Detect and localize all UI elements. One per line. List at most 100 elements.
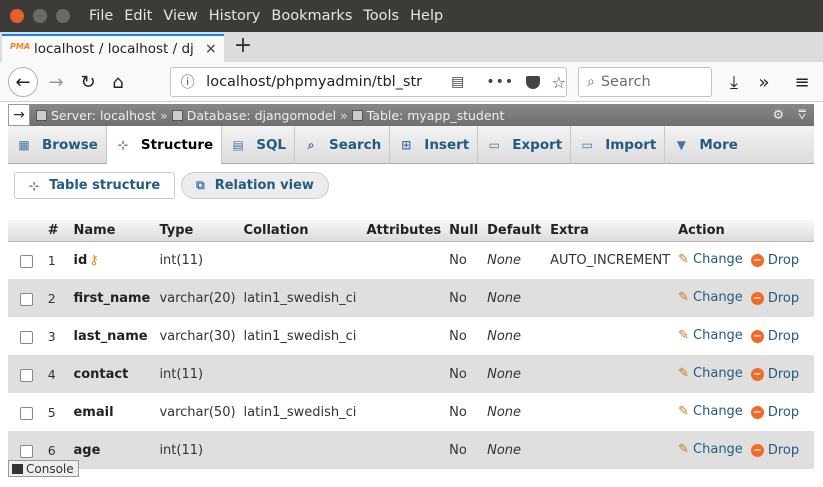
drop-icon: − <box>750 406 764 419</box>
collation-cell: latin1_swedish_ci <box>239 393 363 431</box>
relation-view-button[interactable]: ⧉ Relation view <box>181 172 329 199</box>
new-tab-button[interactable]: + <box>232 34 254 60</box>
url-text[interactable]: localhost/phpmyadmin/tbl_str <box>206 74 437 90</box>
back-button[interactable]: ← <box>8 67 38 97</box>
settings-gear-icon[interactable]: ⚙ <box>772 108 784 123</box>
window-maximize-button[interactable] <box>56 9 70 23</box>
menu-edit[interactable]: Edit <box>124 8 152 24</box>
change-button[interactable]: ✎ Change <box>678 252 743 267</box>
menu-history[interactable]: History <box>209 8 261 24</box>
breadcrumb-server[interactable]: Server: localhost <box>36 108 156 123</box>
tab-export[interactable]: ▭ Export <box>478 126 572 164</box>
browser-tab[interactable]: PMA localhost / localhost / dj × <box>2 34 224 62</box>
tab-structure[interactable]: ⊹ Structure <box>106 126 223 164</box>
page-actions-icon[interactable]: ••• <box>486 74 514 90</box>
tab-search-label: Search <box>329 137 382 153</box>
window-close-button[interactable] <box>10 9 24 23</box>
drop-button[interactable]: − Drop <box>750 367 799 382</box>
column-name[interactable]: age <box>69 431 156 469</box>
downloads-button[interactable]: ⤓ <box>720 68 748 96</box>
change-label: Change <box>693 404 743 419</box>
window-minimize-button[interactable] <box>33 9 47 23</box>
drop-button[interactable]: − Drop <box>750 329 799 344</box>
collation-cell: latin1_swedish_ci <box>239 317 363 355</box>
column-name[interactable]: id <box>73 253 87 268</box>
row-checkbox[interactable] <box>20 444 33 458</box>
header-extra: Extra <box>546 220 675 242</box>
column-name[interactable]: last_name <box>69 317 156 355</box>
default-cell: None <box>483 431 547 469</box>
change-button[interactable]: ✎ Change <box>678 290 743 305</box>
overflow-button[interactable]: » <box>750 68 778 96</box>
hamburger-menu-button[interactable]: ≡ <box>788 68 816 96</box>
breadcrumb-database[interactable]: Database: djangomodel <box>171 108 336 123</box>
column-name[interactable]: contact <box>69 355 156 393</box>
console-icon <box>12 463 23 474</box>
type-cell: int(11) <box>155 241 240 279</box>
forward-button[interactable]: → <box>42 68 70 96</box>
drop-label: Drop <box>767 291 800 306</box>
change-button[interactable]: ✎ Change <box>678 366 743 381</box>
default-cell: None <box>483 317 547 355</box>
home-button[interactable]: ⌂ <box>104 68 132 96</box>
attributes-cell <box>362 355 446 393</box>
export-icon: ▭ <box>488 138 500 152</box>
tab-browse[interactable]: ▦ Browse <box>8 126 107 164</box>
column-name[interactable]: email <box>69 393 156 431</box>
arrow-left-icon: ← <box>15 71 31 93</box>
row-checkbox[interactable] <box>20 368 33 382</box>
browse-icon: ▦ <box>18 138 30 152</box>
drop-button[interactable]: − Drop <box>750 405 799 420</box>
collation-cell <box>239 355 363 393</box>
tab-more[interactable]: ▼ More <box>665 126 746 164</box>
tab-sql-label: SQL <box>256 137 287 153</box>
menu-file[interactable]: File <box>89 8 113 24</box>
row-checkbox[interactable] <box>20 292 33 306</box>
tab-import[interactable]: ▭ Import <box>571 126 666 164</box>
pocket-icon[interactable] <box>526 75 540 89</box>
extra-cell <box>546 317 675 355</box>
row-checkbox[interactable] <box>20 254 33 268</box>
header-action: Action <box>674 220 814 242</box>
address-bar[interactable]: ⓘ localhost/phpmyadmin/tbl_str ▤ ••• ☆ <box>170 67 567 97</box>
null-cell: No <box>445 393 484 431</box>
change-button[interactable]: ✎ Change <box>678 442 743 457</box>
breadcrumb-table[interactable]: Table: myapp_student <box>351 108 504 123</box>
menu-bookmarks[interactable]: Bookmarks <box>271 8 352 24</box>
row-checkbox[interactable] <box>20 330 33 344</box>
tab-search[interactable]: ⌕ Search <box>295 126 391 164</box>
drop-icon: − <box>750 368 764 381</box>
navigation-toggle-icon[interactable]: → <box>8 104 30 126</box>
chevrons-right-icon: » <box>758 71 770 93</box>
row-checkbox[interactable] <box>20 406 33 420</box>
tab-insert[interactable]: ⊞ Insert <box>390 126 479 164</box>
search-input[interactable] <box>600 74 701 90</box>
menu-tools[interactable]: Tools <box>363 8 399 24</box>
drop-button[interactable]: − Drop <box>750 253 799 268</box>
menu-help[interactable]: Help <box>410 8 443 24</box>
reload-button[interactable]: ↻ <box>74 68 102 96</box>
change-button[interactable]: ✎ Change <box>678 404 743 419</box>
drop-button[interactable]: − Drop <box>750 443 799 458</box>
search-bar[interactable]: ⌕ <box>578 67 712 97</box>
drop-button[interactable]: − Drop <box>750 291 800 306</box>
tab-import-label: Import <box>605 137 657 153</box>
reader-view-icon[interactable]: ▤ <box>451 74 464 90</box>
menu-view[interactable]: View <box>163 8 197 24</box>
info-icon[interactable]: ⓘ <box>177 72 198 92</box>
sql-icon: ▤ <box>232 138 244 152</box>
bookmark-star-icon[interactable]: ☆ <box>552 73 566 92</box>
navigation-bar: ← → ↻ ⌂ ⓘ localhost/phpmyadmin/tbl_str ▤… <box>0 62 823 102</box>
primary-key-icon: ⚷ <box>89 252 99 268</box>
collapse-icon[interactable]: ⩢ <box>798 108 806 123</box>
column-name[interactable]: first_name <box>69 279 156 317</box>
tab-close-icon[interactable]: × <box>205 41 217 57</box>
insert-icon: ⊞ <box>401 138 412 152</box>
drop-icon: − <box>750 330 764 343</box>
table-structure-button[interactable]: ⊹ Table structure <box>14 172 176 199</box>
change-button[interactable]: ✎ Change <box>678 328 743 343</box>
console-button[interactable]: Console <box>8 460 79 477</box>
tab-sql[interactable]: ▤ SQL <box>222 126 296 164</box>
breadcrumb-server-label: Server: localhost <box>51 107 157 123</box>
column-name-cell[interactable]: id ⚷ <box>69 241 156 279</box>
